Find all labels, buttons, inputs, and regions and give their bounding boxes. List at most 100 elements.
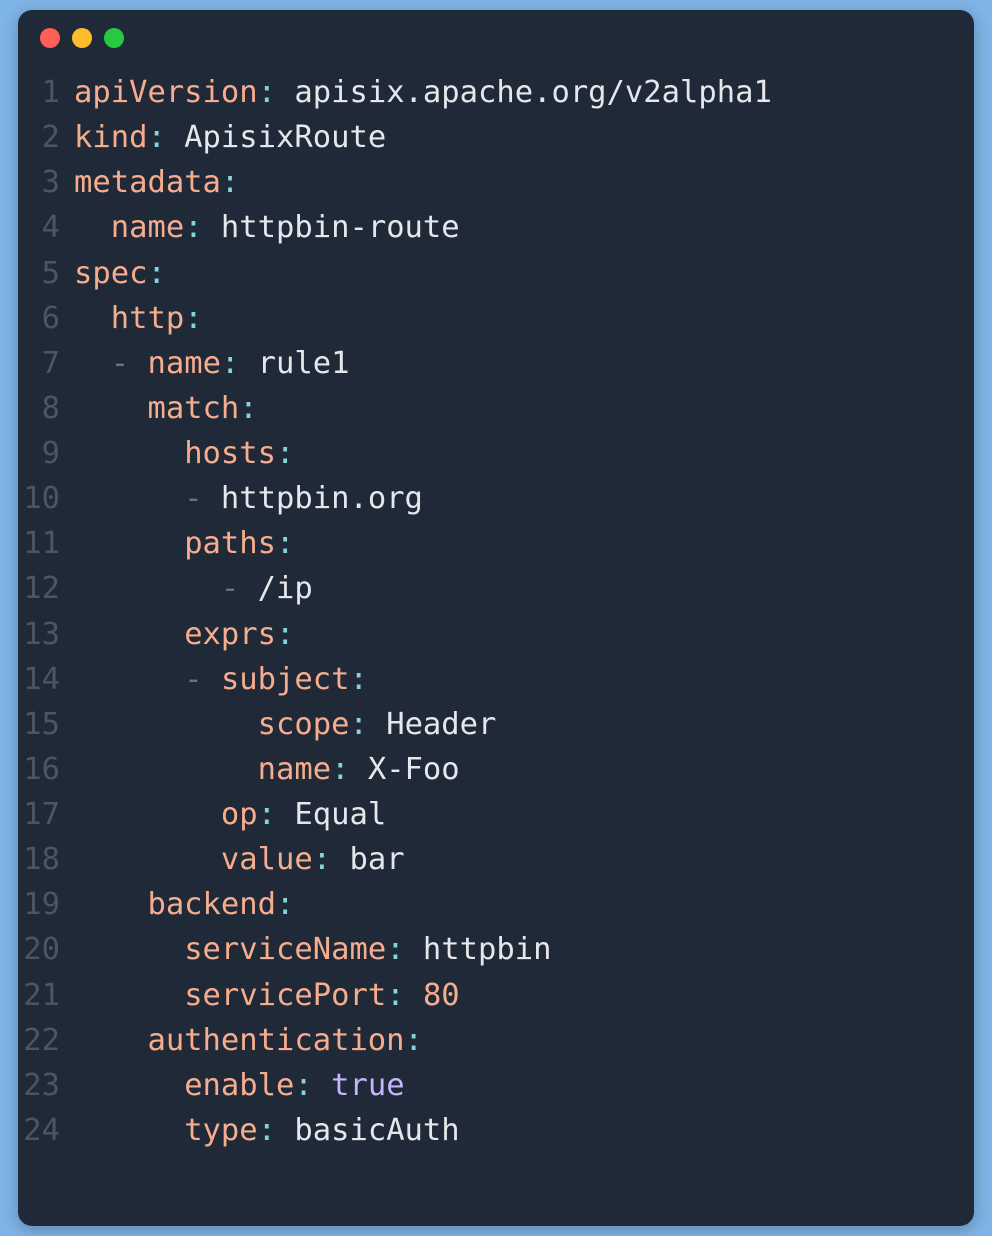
code-content: scope: Header (74, 702, 958, 747)
code-content: hosts: (74, 431, 958, 476)
token-s (74, 210, 111, 245)
line-number: 6 (18, 296, 74, 341)
line-number: 23 (18, 1063, 74, 1108)
code-content: apiVersion: apisix.apache.org/v2alpha1 (74, 70, 958, 115)
token-k: exprs (184, 617, 276, 652)
token-k: scope (258, 707, 350, 742)
code-content: metadata: (74, 160, 958, 205)
token-s (74, 1113, 184, 1148)
token-k: enable (184, 1068, 294, 1103)
code-content: backend: (74, 882, 958, 927)
token-s: X-Foo (349, 752, 459, 787)
token-k: serviceName (184, 932, 386, 967)
line-number: 8 (18, 386, 74, 431)
code-line: 14 - subject: (18, 657, 958, 702)
code-line: 24 type: basicAuth (18, 1108, 958, 1153)
token-k: paths (184, 526, 276, 561)
code-line: 20 serviceName: httpbin (18, 927, 958, 972)
token-k: name (111, 210, 184, 245)
token-p: : (294, 1068, 312, 1103)
token-d: - (111, 346, 129, 381)
token-s (74, 887, 147, 922)
token-k: spec (74, 256, 147, 291)
token-k: http (111, 301, 184, 336)
code-content: - subject: (74, 657, 958, 702)
code-content: op: Equal (74, 792, 958, 837)
line-number: 3 (18, 160, 74, 205)
code-content: - name: rule1 (74, 341, 958, 386)
token-s (74, 526, 184, 561)
token-p: : (258, 797, 276, 832)
token-p: : (331, 752, 349, 787)
code-line: 2kind: ApisixRoute (18, 115, 958, 160)
code-line: 8 match: (18, 386, 958, 431)
token-s: apisix.apache.org/v2alpha1 (276, 75, 772, 110)
close-icon[interactable] (40, 28, 60, 48)
token-s: basicAuth (276, 1113, 460, 1148)
token-s (74, 978, 184, 1013)
token-s (74, 932, 184, 967)
token-p: : (276, 526, 294, 561)
code-line: 21 servicePort: 80 (18, 973, 958, 1018)
token-k: kind (74, 120, 147, 155)
token-s: bar (331, 842, 404, 877)
token-s: Equal (276, 797, 386, 832)
token-p: : (258, 1113, 276, 1148)
code-line: 19 backend: (18, 882, 958, 927)
code-content: serviceName: httpbin (74, 927, 958, 972)
code-line: 6 http: (18, 296, 958, 341)
code-content: paths: (74, 521, 958, 566)
line-number: 21 (18, 973, 74, 1018)
token-k: apiVersion (74, 75, 258, 110)
code-line: 17 op: Equal (18, 792, 958, 837)
code-line: 3metadata: (18, 160, 958, 205)
code-editor[interactable]: 1apiVersion: apisix.apache.org/v2alpha12… (18, 70, 974, 1177)
token-p: : (184, 210, 202, 245)
token-s (74, 617, 184, 652)
code-line: 1apiVersion: apisix.apache.org/v2alpha1 (18, 70, 958, 115)
line-number: 1 (18, 70, 74, 115)
line-number: 17 (18, 792, 74, 837)
line-number: 4 (18, 205, 74, 250)
token-p: : (184, 301, 202, 336)
token-p: : (276, 436, 294, 471)
token-p: : (405, 1023, 423, 1058)
token-d: - (184, 662, 202, 697)
token-s: /ip (239, 571, 312, 606)
traffic-lights (18, 28, 974, 48)
token-s: httpbin (405, 932, 552, 967)
token-p: : (276, 617, 294, 652)
token-s (74, 571, 221, 606)
token-s (74, 391, 147, 426)
token-p: : (349, 707, 367, 742)
line-number: 16 (18, 747, 74, 792)
code-line: 5spec: (18, 251, 958, 296)
code-content: name: X-Foo (74, 747, 958, 792)
token-s (74, 1023, 147, 1058)
token-s (74, 436, 184, 471)
token-k: subject (221, 662, 350, 697)
line-number: 7 (18, 341, 74, 386)
token-s (74, 752, 258, 787)
code-line: 22 authentication: (18, 1018, 958, 1063)
code-line: 7 - name: rule1 (18, 341, 958, 386)
code-line: 11 paths: (18, 521, 958, 566)
token-p: : (239, 391, 257, 426)
line-number: 14 (18, 657, 74, 702)
minimize-icon[interactable] (72, 28, 92, 48)
line-number: 13 (18, 612, 74, 657)
token-s (405, 978, 423, 1013)
code-line: 12 - /ip (18, 566, 958, 611)
code-line: 13 exprs: (18, 612, 958, 657)
token-k: name (147, 346, 220, 381)
token-p: : (221, 165, 239, 200)
token-s (129, 346, 147, 381)
line-number: 15 (18, 702, 74, 747)
line-number: 2 (18, 115, 74, 160)
token-s (74, 481, 184, 516)
zoom-icon[interactable] (104, 28, 124, 48)
code-line: 9 hosts: (18, 431, 958, 476)
token-s (74, 842, 221, 877)
code-content: - /ip (74, 566, 958, 611)
line-number: 20 (18, 927, 74, 972)
